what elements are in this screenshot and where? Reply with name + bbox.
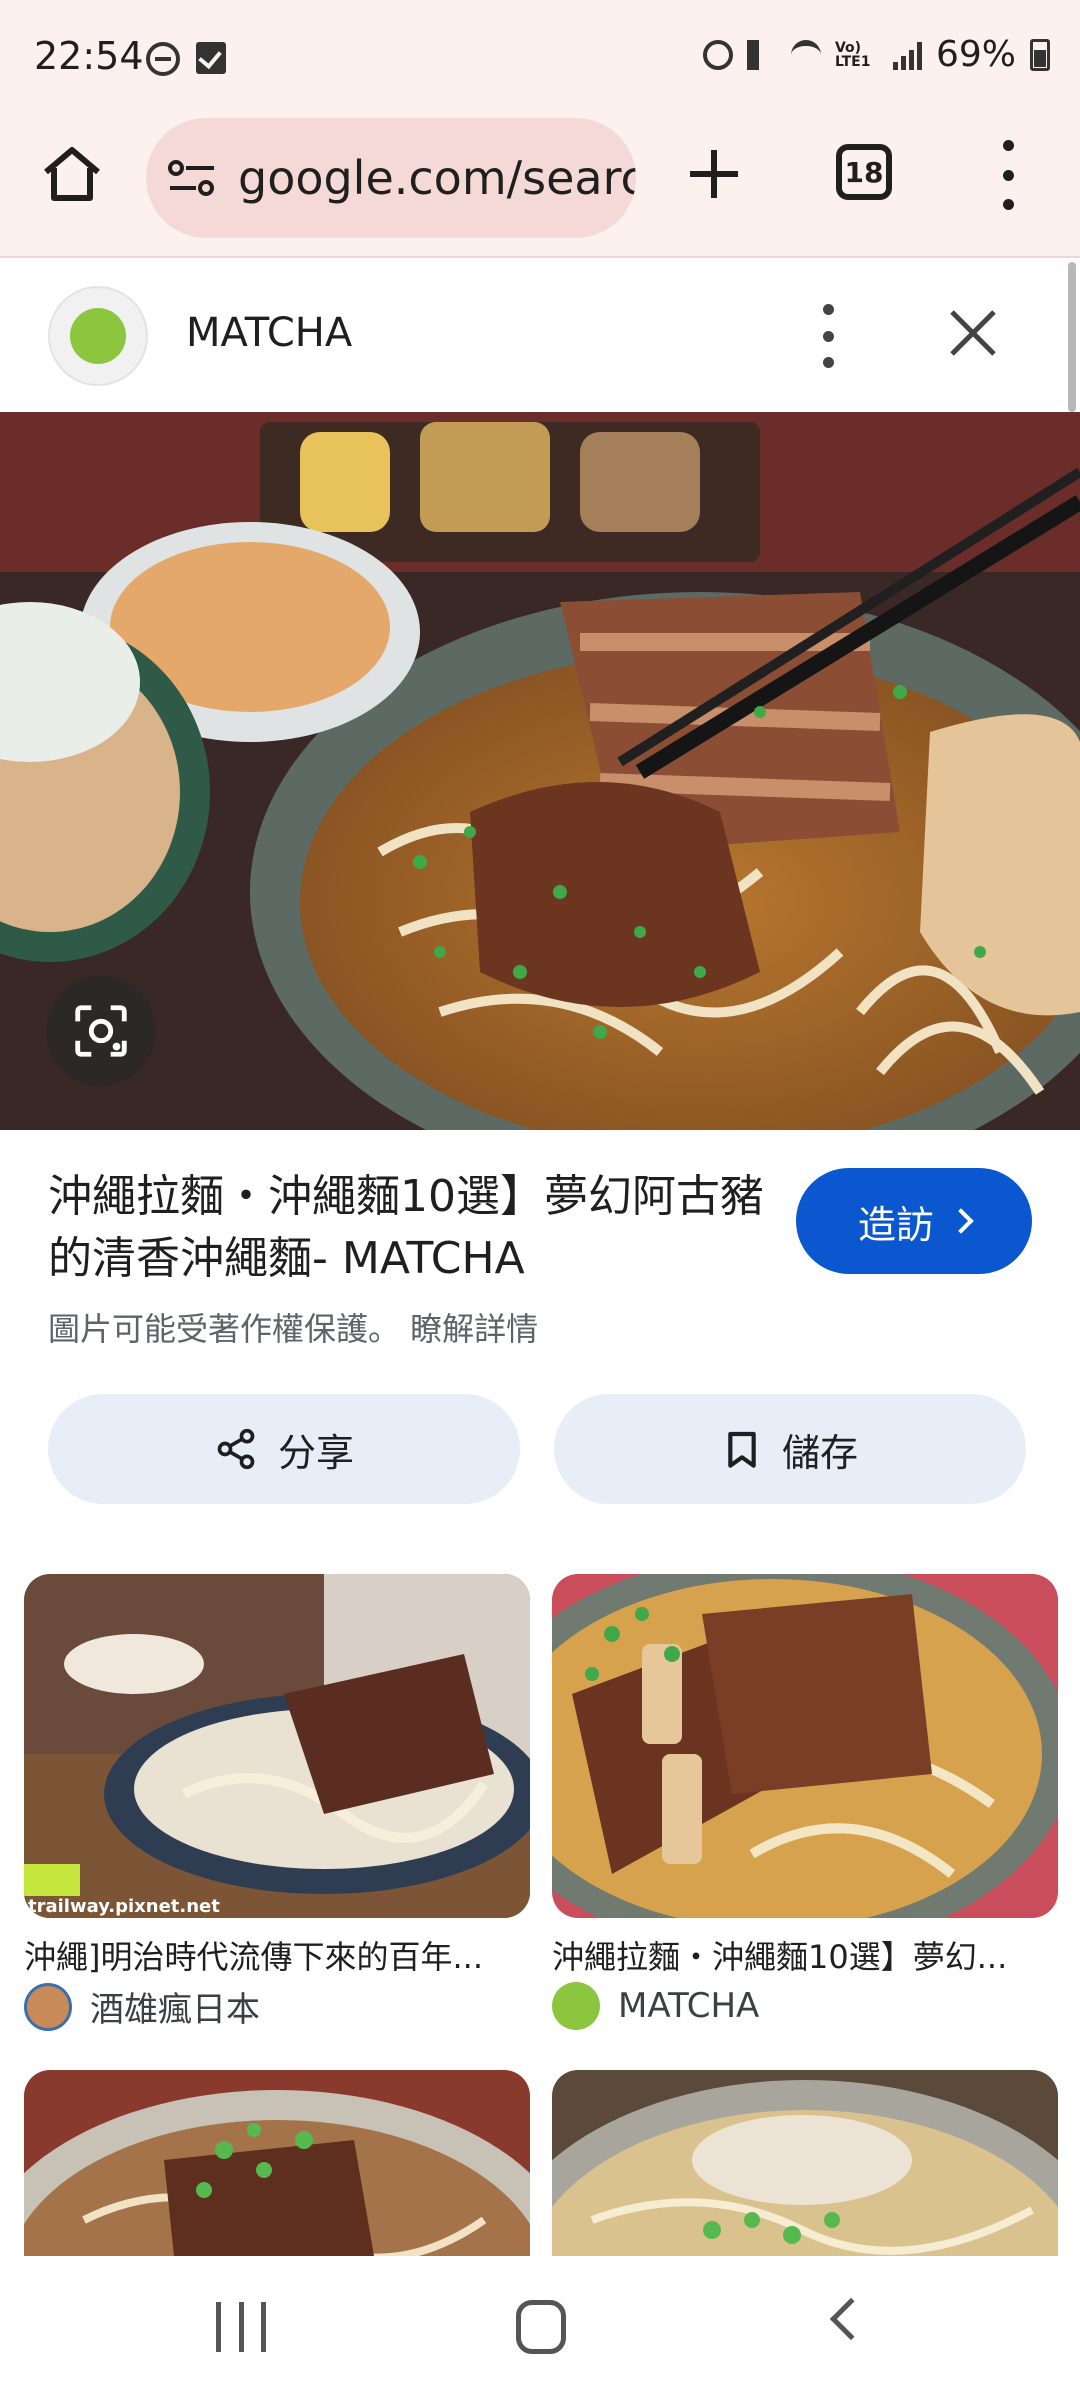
copyright-notice[interactable]: 圖片可能受著作權保護。 瞭解詳情 [48,1304,538,1350]
alarm-icon [702,39,733,70]
image-source-header: MATCHA [0,260,1064,412]
related-image[interactable]: trailway.pixnet.net [24,1574,530,1918]
tab-switcher-button[interactable]: 18 [836,144,892,200]
back-button[interactable] [829,2297,873,2341]
matcha-logo-icon [552,1982,600,2030]
related-source-name: 酒雄瘋日本 [90,1990,260,2030]
browser-toolbar: google.com/searc 18 [0,118,1080,258]
url-text: google.com/searc [238,151,636,205]
do-not-disturb-icon [146,42,180,76]
save-button[interactable]: 儲存 [554,1394,1026,1504]
share-label: 分享 [277,1430,354,1475]
lens-icon [75,1005,127,1057]
image-watermark: trailway.pixnet.net [28,1896,220,1917]
wifi-icon [790,39,821,70]
source-avatar-icon [24,1982,72,2031]
checkbox-notification-icon [196,42,226,74]
home-icon[interactable] [40,142,104,206]
mute-icon [746,39,777,70]
system-nav-bar [0,2256,1080,2400]
related-title[interactable]: 沖繩]明治時代流傳下來的百年... [24,1932,544,1978]
site-settings-icon[interactable] [166,158,218,198]
source-name[interactable]: MATCHA [186,310,352,356]
bookmark-icon [728,1431,756,1468]
battery-icon [1030,38,1050,71]
related-source[interactable]: 酒雄瘋日本 [24,1982,260,2031]
more-options-icon[interactable] [816,304,840,368]
status-bar: 22:54 Vo) LTE1 69% [0,0,1080,118]
related-source-name: MATCHA [618,1986,760,2026]
share-button[interactable]: 分享 [48,1394,520,1504]
chevron-right-icon [948,1208,974,1234]
source-favicon [48,286,148,386]
share-icon [217,1428,255,1470]
result-title: 沖繩拉麵・沖繩麵10選】夢幻阿古豬的清香沖繩麵- MATCHA [48,1171,764,1284]
scrollbar[interactable] [1068,262,1076,412]
signal-icon [892,40,922,70]
visit-button[interactable]: 造訪 [796,1168,1032,1274]
status-time: 22:54 [34,34,144,78]
preview-image[interactable] [0,412,1080,1130]
home-nav-button[interactable] [516,2300,566,2354]
matcha-logo-icon [70,308,126,364]
related-image[interactable] [552,1574,1058,1918]
related-image[interactable] [24,2070,530,2256]
save-label: 儲存 [781,1430,858,1475]
browser-menu-icon[interactable] [996,140,1020,210]
visit-label: 造訪 [857,1202,934,1247]
recents-button[interactable] [216,2302,266,2352]
related-source[interactable]: MATCHA [552,1982,759,2030]
related-title[interactable]: 沖繩拉麵・沖繩麵10選】夢幻... [552,1932,1052,1978]
address-bar[interactable]: google.com/searc [146,118,636,238]
status-icons: Vo) LTE1 69% [702,34,1050,75]
new-tab-icon[interactable] [686,146,742,202]
lte-indicator: Vo) LTE1 [834,39,871,70]
battery-percent: 69% [935,34,1016,75]
related-image[interactable] [552,2070,1058,2256]
lens-search-button[interactable] [46,976,156,1086]
close-icon[interactable] [944,304,1002,362]
